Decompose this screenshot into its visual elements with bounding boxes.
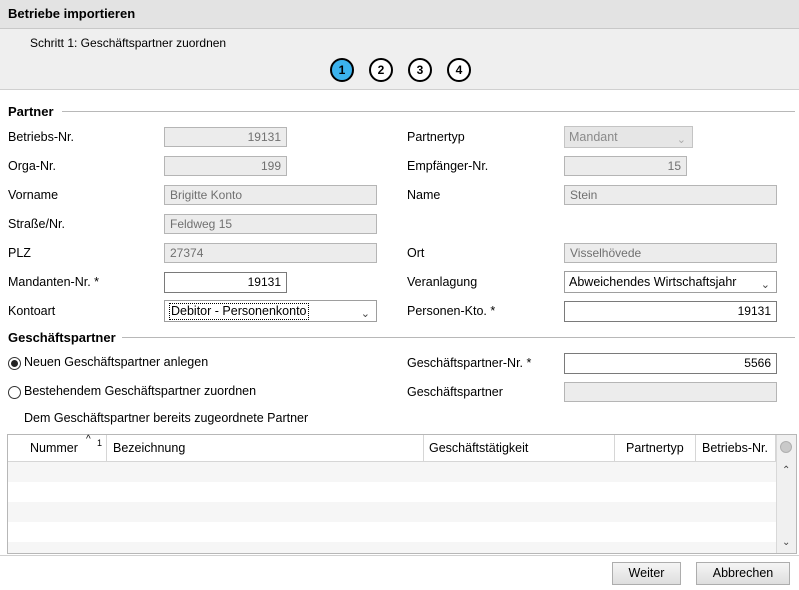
kontoart-value: Debitor - Personenkonto bbox=[169, 303, 309, 320]
mandanten-nr-input[interactable]: 19131 bbox=[164, 272, 287, 293]
betriebs-nr-label: Betriebs-Nr. bbox=[8, 130, 74, 144]
kontoart-label: Kontoart bbox=[8, 304, 56, 318]
chevron-down-icon: ⌄ bbox=[676, 134, 686, 146]
plz-field[interactable]: 27374 bbox=[164, 243, 377, 263]
empfaenger-nr-field[interactable]: 15 bbox=[564, 156, 687, 176]
column-header-nummer[interactable]: Nummer ^ 1 bbox=[8, 434, 107, 461]
plz-label: PLZ bbox=[8, 246, 31, 260]
gp-field[interactable] bbox=[564, 382, 777, 402]
scroll-up-icon[interactable]: ⌃ bbox=[782, 465, 790, 476]
table-row bbox=[8, 502, 776, 522]
vertical-scrollbar[interactable]: ⌃ ⌄ bbox=[776, 435, 796, 553]
column-header-label: Geschäftstätigkeit bbox=[429, 441, 529, 455]
radio-existing-partner[interactable] bbox=[8, 386, 21, 399]
window-title: Betriebe importieren bbox=[8, 6, 136, 21]
veranlagung-select[interactable]: Abweichendes Wirtschaftsjahr ⌄ bbox=[564, 271, 777, 293]
empfaenger-nr-label: Empfänger-Nr. bbox=[407, 159, 489, 173]
strasse-label: Straße/Nr. bbox=[8, 217, 65, 231]
column-header-partnertyp[interactable]: Partnertyp bbox=[615, 435, 696, 461]
radio-new-partner-label[interactable]: Neuen Geschäftspartner anlegen bbox=[24, 355, 208, 369]
title-bar: Betriebe importieren bbox=[0, 0, 799, 29]
veranlagung-label: Veranlagung bbox=[407, 275, 478, 289]
next-button[interactable]: Weiter bbox=[612, 562, 681, 585]
personen-kto-label: Personen-Kto. * bbox=[407, 304, 496, 318]
chevron-down-icon: ⌄ bbox=[360, 308, 370, 320]
strasse-field[interactable]: Feldweg 15 bbox=[164, 214, 377, 234]
personen-kto-input[interactable]: 19131 bbox=[564, 301, 777, 322]
scroll-down-icon[interactable]: ⌄ bbox=[782, 537, 790, 548]
column-header-bezeichnung[interactable]: Bezeichnung bbox=[107, 435, 424, 461]
orga-nr-label: Orga-Nr. bbox=[8, 159, 56, 173]
table-row bbox=[8, 462, 776, 482]
gp-nr-input[interactable]: 5566 bbox=[564, 353, 777, 374]
wizard-step-1[interactable]: 1 bbox=[330, 58, 354, 82]
table-row bbox=[8, 542, 776, 553]
betriebs-nr-field[interactable]: 19131 bbox=[164, 127, 287, 147]
column-header-geschaeftstaetigkeit[interactable]: Geschäftstätigkeit bbox=[424, 435, 615, 461]
section-divider bbox=[122, 337, 795, 338]
kontoart-select[interactable]: Debitor - Personenkonto ⌄ bbox=[164, 300, 377, 322]
partnertyp-select[interactable]: Mandant ⌄ bbox=[564, 126, 693, 148]
assigned-partners-label: Dem Geschäftspartner bereits zugeordnete… bbox=[24, 411, 309, 425]
partnertyp-label: Partnertyp bbox=[407, 130, 465, 144]
column-header-label: Bezeichnung bbox=[113, 441, 186, 455]
vorname-label: Vorname bbox=[8, 188, 59, 202]
name-label: Name bbox=[407, 188, 441, 202]
wizard-step-3[interactable]: 3 bbox=[408, 58, 432, 82]
name-field[interactable]: Stein bbox=[564, 185, 777, 205]
section-partner-title: Partner bbox=[8, 104, 54, 119]
orga-nr-field[interactable]: 199 bbox=[164, 156, 287, 176]
dialog-footer: Weiter Abbrechen bbox=[0, 555, 799, 590]
wizard-step-text: Schritt 1: Geschäftspartner zuordnen bbox=[30, 36, 227, 50]
mandanten-nr-label: Mandanten-Nr. * bbox=[8, 275, 100, 289]
column-header-label: Betriebs-Nr. bbox=[702, 441, 768, 455]
cancel-button[interactable]: Abbrechen bbox=[696, 562, 790, 585]
ort-label: Ort bbox=[407, 246, 425, 260]
wizard-header: Schritt 1: Geschäftspartner zuordnen 1 2… bbox=[0, 29, 799, 90]
section-geschaeftspartner-title: Geschäftspartner bbox=[8, 330, 116, 345]
wizard-step-2[interactable]: 2 bbox=[369, 58, 393, 82]
radio-new-partner[interactable] bbox=[8, 357, 21, 370]
assigned-partners-table[interactable]: Nummer ^ 1 Bezeichnung Geschäftstätigkei… bbox=[7, 434, 797, 554]
wizard-step-4[interactable]: 4 bbox=[447, 58, 471, 82]
partnertyp-value: Mandant bbox=[569, 130, 618, 144]
sort-index: 1 bbox=[97, 438, 103, 448]
sort-up-icon: ^ bbox=[86, 434, 91, 445]
column-header-betriebs-nr[interactable]: Betriebs-Nr. bbox=[696, 435, 776, 461]
gp-label: Geschäftspartner bbox=[407, 385, 503, 399]
section-divider bbox=[62, 111, 795, 112]
veranlagung-value: Abweichendes Wirtschaftsjahr bbox=[569, 275, 737, 289]
gp-nr-label: Geschäftspartner-Nr. * bbox=[407, 356, 532, 370]
column-header-label: Nummer bbox=[30, 441, 78, 455]
column-header-label: Partnertyp bbox=[626, 441, 684, 455]
vorname-field[interactable]: Brigitte Konto bbox=[164, 185, 377, 205]
gear-icon[interactable] bbox=[780, 441, 792, 453]
chevron-down-icon: ⌄ bbox=[760, 279, 770, 291]
ort-field[interactable]: Visselhövede bbox=[564, 243, 777, 263]
radio-existing-partner-label[interactable]: Bestehendem Geschäftspartner zuordnen bbox=[24, 384, 256, 398]
